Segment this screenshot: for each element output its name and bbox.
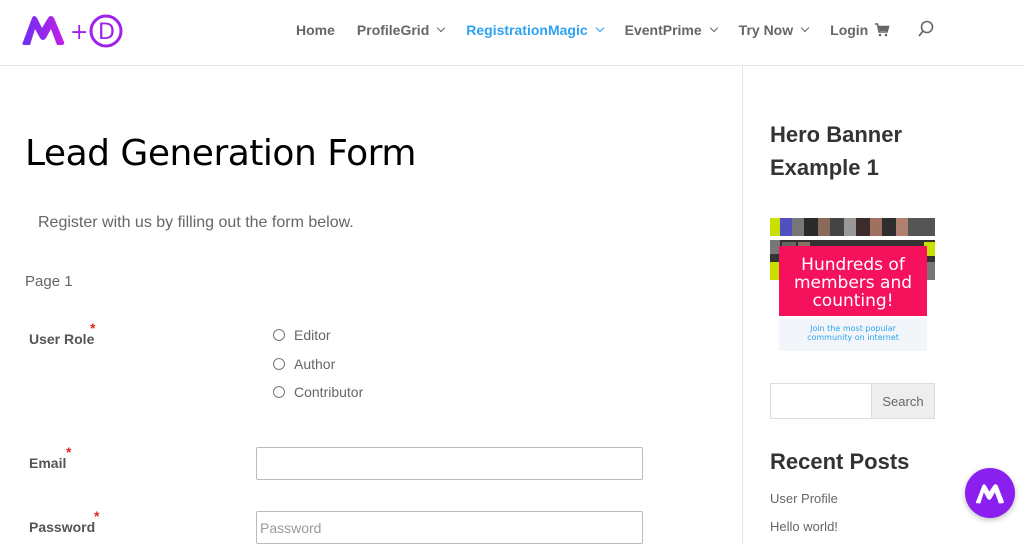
site-header: + D Home ProfileGrid RegistrationMagic E… (0, 0, 1024, 66)
site-logo[interactable]: + D (20, 12, 124, 48)
recent-post-link[interactable]: Hello world! (770, 519, 838, 534)
radio-button[interactable] (273, 386, 285, 398)
sidebar-search-button[interactable]: Search (871, 383, 935, 419)
nav-item-login[interactable]: Login (830, 22, 868, 38)
logo-d: D (98, 20, 115, 45)
chevron-down-icon (709, 23, 718, 33)
svg-text:Join the most popular: Join the most popular (809, 324, 897, 333)
hero-banner-image[interactable]: Hundreds of members and counting! Join t… (770, 218, 935, 353)
radio-option-editor[interactable]: Editor (273, 327, 331, 343)
radio-label: Editor (294, 327, 331, 343)
svg-text:community on internet: community on internet (807, 333, 899, 342)
main-nav: Home ProfileGrid RegistrationMagic Event… (296, 0, 890, 60)
cart-icon[interactable] (874, 22, 890, 38)
sidebar-search-input[interactable] (770, 383, 872, 419)
required-marker: * (66, 444, 72, 460)
radio-button[interactable] (273, 329, 285, 341)
radio-label: Author (294, 356, 336, 372)
form-intro: Register with us by filling out the form… (38, 214, 354, 231)
nav-label: Home (296, 22, 335, 38)
radio-label: Contributor (294, 384, 364, 400)
chevron-down-icon (800, 23, 810, 33)
chevron-down-icon (595, 23, 604, 33)
radio-option-contributor[interactable]: Contributor (273, 384, 363, 400)
sidebar-divider (742, 66, 743, 545)
nav-item-registrationmagic[interactable]: RegistrationMagic (466, 22, 604, 38)
email-label: Email (29, 455, 67, 471)
password-field[interactable]: Password (256, 511, 643, 544)
nav-label: EventPrime (624, 22, 702, 38)
svg-text:Hundreds of: Hundreds of (801, 255, 906, 275)
nav-label: ProfileGrid (356, 22, 430, 38)
svg-text:members and: members and (794, 273, 912, 293)
nav-label: Try Now (738, 22, 794, 38)
nav-label: Login (830, 22, 869, 38)
radio-option-author[interactable]: Author (273, 356, 335, 372)
user-role-label: User Role (29, 331, 95, 347)
search-icon[interactable] (917, 20, 935, 38)
nav-item-try-now[interactable]: Try Now (738, 22, 810, 38)
email-field[interactable] (256, 447, 643, 480)
banner-collage: Hundreds of members and counting! Join t… (770, 218, 935, 351)
required-marker: * (94, 508, 100, 524)
nav-item-eventprime[interactable]: EventPrime (624, 22, 718, 38)
password-label: Password (29, 519, 96, 535)
page-title: Lead Generation Form (25, 133, 416, 174)
required-marker: * (90, 320, 96, 336)
svg-text:counting!: counting! (812, 291, 893, 311)
radio-button[interactable] (273, 358, 285, 370)
nav-label: RegistrationMagic (466, 22, 588, 38)
chevron-down-icon (437, 23, 446, 33)
logo-plus: + (70, 20, 88, 45)
nav-item-home[interactable]: Home (296, 22, 335, 38)
form-page-label: Page 1 (25, 273, 73, 290)
recent-post-link[interactable]: User Profile (770, 491, 838, 506)
nav-item-profilegrid[interactable]: ProfileGrid (356, 22, 446, 38)
logo-m-icon (975, 484, 1004, 504)
logo-m-icon: + D (22, 14, 123, 48)
hero-banner-widget-title: Hero Banner Example 1 (770, 122, 903, 180)
floating-logo-button[interactable] (965, 468, 1015, 518)
recent-posts-title: Recent Posts (770, 449, 910, 474)
